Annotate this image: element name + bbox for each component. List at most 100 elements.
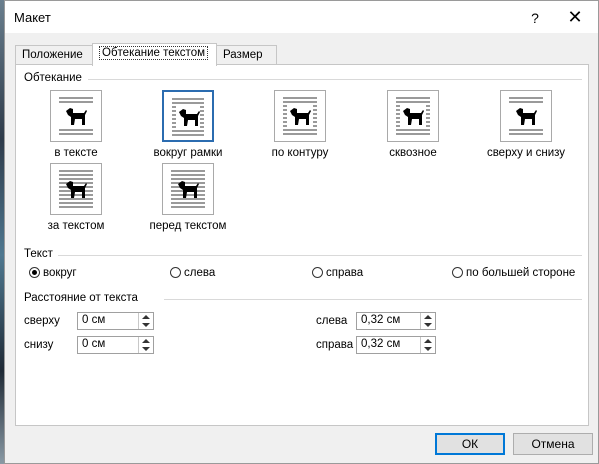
help-button[interactable]: ? bbox=[525, 8, 545, 28]
wrap-top-bottom-icon[interactable] bbox=[500, 90, 552, 142]
spinner-arrows[interactable] bbox=[138, 313, 153, 329]
arrow-up-icon[interactable] bbox=[142, 339, 150, 343]
tab-size[interactable]: Размер bbox=[216, 45, 277, 65]
tab-position[interactable]: Положение bbox=[15, 45, 93, 65]
right-distance-label: справа bbox=[316, 339, 354, 351]
radio-circle bbox=[312, 267, 323, 278]
text-line bbox=[396, 97, 430, 99]
wrap-option-label: по контуру bbox=[271, 147, 329, 159]
wrap-in-front-icon[interactable] bbox=[162, 163, 214, 215]
text-line bbox=[172, 126, 176, 128]
dog-icon bbox=[290, 108, 311, 125]
text-line bbox=[426, 105, 430, 107]
arrow-down-icon[interactable] bbox=[142, 323, 150, 327]
top-distance-spinner[interactable]: 0 см bbox=[77, 312, 154, 330]
wrap-top-bottom-option[interactable]: сверху и снизу bbox=[466, 90, 586, 159]
wrap-behind-option[interactable]: за текстом bbox=[16, 163, 136, 232]
text-line bbox=[172, 130, 204, 132]
left-distance-label: слева bbox=[316, 315, 348, 327]
wrap-through-option[interactable]: сквозное bbox=[353, 90, 473, 159]
text-line bbox=[396, 129, 430, 131]
ok-button[interactable]: ОК bbox=[435, 433, 505, 455]
text-line bbox=[59, 170, 93, 172]
text-line bbox=[171, 170, 205, 172]
text-line bbox=[396, 113, 400, 115]
text-line bbox=[171, 174, 205, 176]
text-line bbox=[283, 125, 287, 127]
text-line bbox=[59, 97, 93, 99]
wrap-square-icon[interactable] bbox=[162, 90, 214, 142]
arrow-down-icon[interactable] bbox=[424, 347, 432, 351]
text-line bbox=[172, 114, 176, 116]
text-line bbox=[313, 117, 317, 119]
text-line bbox=[172, 134, 204, 136]
radio-around[interactable]: вокруг bbox=[29, 267, 77, 279]
wrap-in-front-option[interactable]: перед текстом bbox=[128, 163, 248, 232]
text-line bbox=[313, 121, 317, 123]
dog-icon bbox=[516, 108, 537, 125]
text-line bbox=[509, 133, 543, 135]
dog-icon bbox=[179, 109, 200, 126]
text-line bbox=[426, 117, 430, 119]
text-line bbox=[426, 121, 430, 123]
top-distance-value: 0 см bbox=[82, 314, 106, 326]
arrow-up-icon[interactable] bbox=[424, 315, 432, 319]
text-line bbox=[172, 98, 204, 100]
dog-icon bbox=[66, 108, 87, 125]
wrap-square-option[interactable]: вокруг рамки bbox=[128, 90, 248, 159]
dog-icon bbox=[66, 181, 87, 198]
wrap-inline-icon[interactable] bbox=[50, 90, 102, 142]
right-distance-spinner[interactable]: 0,32 см bbox=[356, 336, 436, 354]
wrap-through-icon[interactable] bbox=[387, 90, 439, 142]
text-line bbox=[313, 125, 317, 127]
dialog-title: Макет bbox=[14, 10, 51, 25]
tab-text-wrapping[interactable]: Обтекание текстом bbox=[92, 43, 217, 66]
divider bbox=[164, 299, 582, 300]
left-distance-value: 0,32 см bbox=[361, 314, 401, 326]
radio-circle bbox=[29, 267, 40, 278]
tab-panel: Обтекание в тексте вокруг рамки по контуру… bbox=[15, 64, 589, 426]
wrap-tight-icon[interactable] bbox=[274, 90, 326, 142]
arrow-up-icon[interactable] bbox=[142, 315, 150, 319]
wrap-inline-option[interactable]: в тексте bbox=[16, 90, 136, 159]
right-distance-value: 0,32 см bbox=[361, 338, 401, 350]
wrap-behind-icon[interactable] bbox=[50, 163, 102, 215]
radio-left[interactable]: слева bbox=[170, 267, 215, 279]
text-line bbox=[283, 133, 317, 135]
spinner-arrows[interactable] bbox=[138, 337, 153, 353]
text-line bbox=[396, 109, 400, 111]
text-line bbox=[396, 133, 430, 135]
arrow-down-icon[interactable] bbox=[424, 323, 432, 327]
text-group-label: Текст bbox=[24, 248, 53, 260]
divider bbox=[88, 79, 582, 80]
radio-larger-side[interactable]: по большей стороне bbox=[452, 267, 575, 279]
text-line bbox=[59, 101, 93, 103]
text-line bbox=[172, 110, 176, 112]
wrap-option-label: сверху и снизу bbox=[486, 147, 566, 159]
divider bbox=[58, 255, 582, 256]
text-line bbox=[283, 129, 317, 131]
left-distance-spinner[interactable]: 0,32 см bbox=[356, 312, 436, 330]
wrapping-group-label: Обтекание bbox=[24, 72, 82, 84]
text-line bbox=[396, 121, 400, 123]
bottom-distance-spinner[interactable]: 0 см bbox=[77, 336, 154, 354]
text-line bbox=[509, 129, 543, 131]
title-bar: Макет ? ✕ bbox=[5, 1, 598, 33]
spinner-arrows[interactable] bbox=[420, 337, 435, 353]
text-line bbox=[283, 105, 287, 107]
layout-dialog: Макет ? ✕ Положение Обтекание текстом Ра… bbox=[4, 0, 599, 464]
dog-icon bbox=[403, 108, 424, 125]
radio-right[interactable]: справа bbox=[312, 267, 363, 279]
text-line bbox=[396, 117, 400, 119]
arrow-down-icon[interactable] bbox=[142, 347, 150, 351]
text-line bbox=[172, 122, 176, 124]
wrap-tight-option[interactable]: по контуру bbox=[240, 90, 360, 159]
arrow-up-icon[interactable] bbox=[424, 339, 432, 343]
close-button[interactable]: ✕ bbox=[565, 8, 585, 28]
cancel-button[interactable]: Отмена bbox=[513, 433, 593, 455]
bottom-distance-value: 0 см bbox=[82, 338, 106, 350]
text-line bbox=[509, 97, 543, 99]
text-line bbox=[313, 105, 317, 107]
text-line bbox=[283, 97, 317, 99]
spinner-arrows[interactable] bbox=[420, 313, 435, 329]
